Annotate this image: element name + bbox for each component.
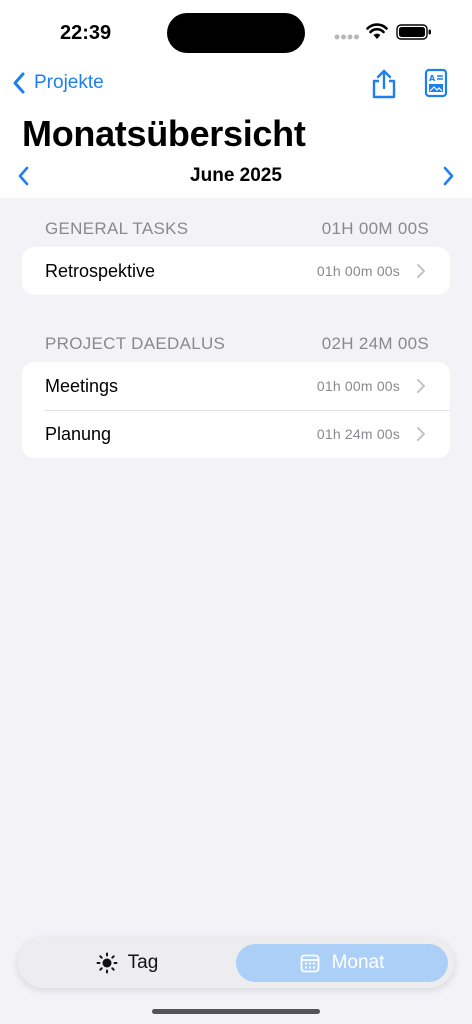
chevron-right-icon <box>417 427 425 441</box>
report-button[interactable]: A <box>424 68 454 100</box>
back-button[interactable]: Projekte <box>12 68 104 98</box>
tab-month[interactable]: Monat <box>236 944 448 982</box>
back-label: Projekte <box>34 72 104 93</box>
share-button[interactable] <box>370 68 400 100</box>
task-row-retrospektive[interactable]: Retrospektive 01h 00m 00s <box>22 247 450 295</box>
report-icon: A <box>424 68 448 98</box>
cellular-signal-icon <box>334 34 359 40</box>
dynamic-island <box>167 13 305 53</box>
section-total: 02H 24M 00S <box>321 334 429 353</box>
chevron-right-icon <box>443 166 454 186</box>
previous-month-button[interactable] <box>14 163 38 189</box>
task-name: Planung <box>45 423 112 444</box>
tab-day[interactable]: Tag <box>18 938 236 988</box>
chevron-right-icon <box>417 379 425 393</box>
task-row-planung[interactable]: Planung 01h 24m 00s <box>22 410 450 458</box>
view-mode-tabbar: Tag Monat <box>18 938 454 988</box>
next-month-button[interactable] <box>438 163 462 189</box>
tab-day-label: Tag <box>127 952 159 973</box>
general-tasks-card: Retrospektive 01h 00m 00s <box>22 247 450 295</box>
section-header-general-tasks: GENERAL TASKS 01H 00M 00S <box>45 217 429 241</box>
month-label: June 2025 <box>190 165 282 186</box>
task-duration: 01h 00m 00s <box>316 378 400 394</box>
battery-icon <box>396 24 431 40</box>
chevron-right-icon <box>417 264 425 278</box>
svg-text:A: A <box>429 74 436 83</box>
section-header-project-daedalus: PROJECT DAEDALUS 02H 24M 00S <box>45 332 429 356</box>
task-row-meetings[interactable]: Meetings 01h 00m 00s <box>22 362 450 410</box>
wifi-icon <box>366 23 388 39</box>
section-total: 01H 00M 00S <box>321 219 429 238</box>
chevron-left-icon <box>13 72 25 94</box>
task-name: Meetings <box>45 375 119 396</box>
page-title: Monatsübersicht <box>22 113 306 154</box>
home-indicator <box>152 1009 320 1014</box>
project-daedalus-card: Meetings 01h 00m 00s Planung 01h 24m 00s <box>22 362 450 458</box>
section-title: GENERAL TASKS <box>45 219 189 238</box>
section-title: PROJECT DAEDALUS <box>45 334 226 353</box>
task-duration: 01h 00m 00s <box>316 263 400 279</box>
sun-icon <box>96 952 118 974</box>
chevron-left-icon <box>18 166 29 186</box>
tab-month-label: Monat <box>331 952 385 973</box>
share-icon <box>372 69 396 99</box>
status-time: 22:39 <box>60 22 112 44</box>
task-duration: 01h 24m 00s <box>316 426 400 442</box>
task-name: Retrospektive <box>45 260 156 281</box>
calendar-icon <box>300 954 319 973</box>
